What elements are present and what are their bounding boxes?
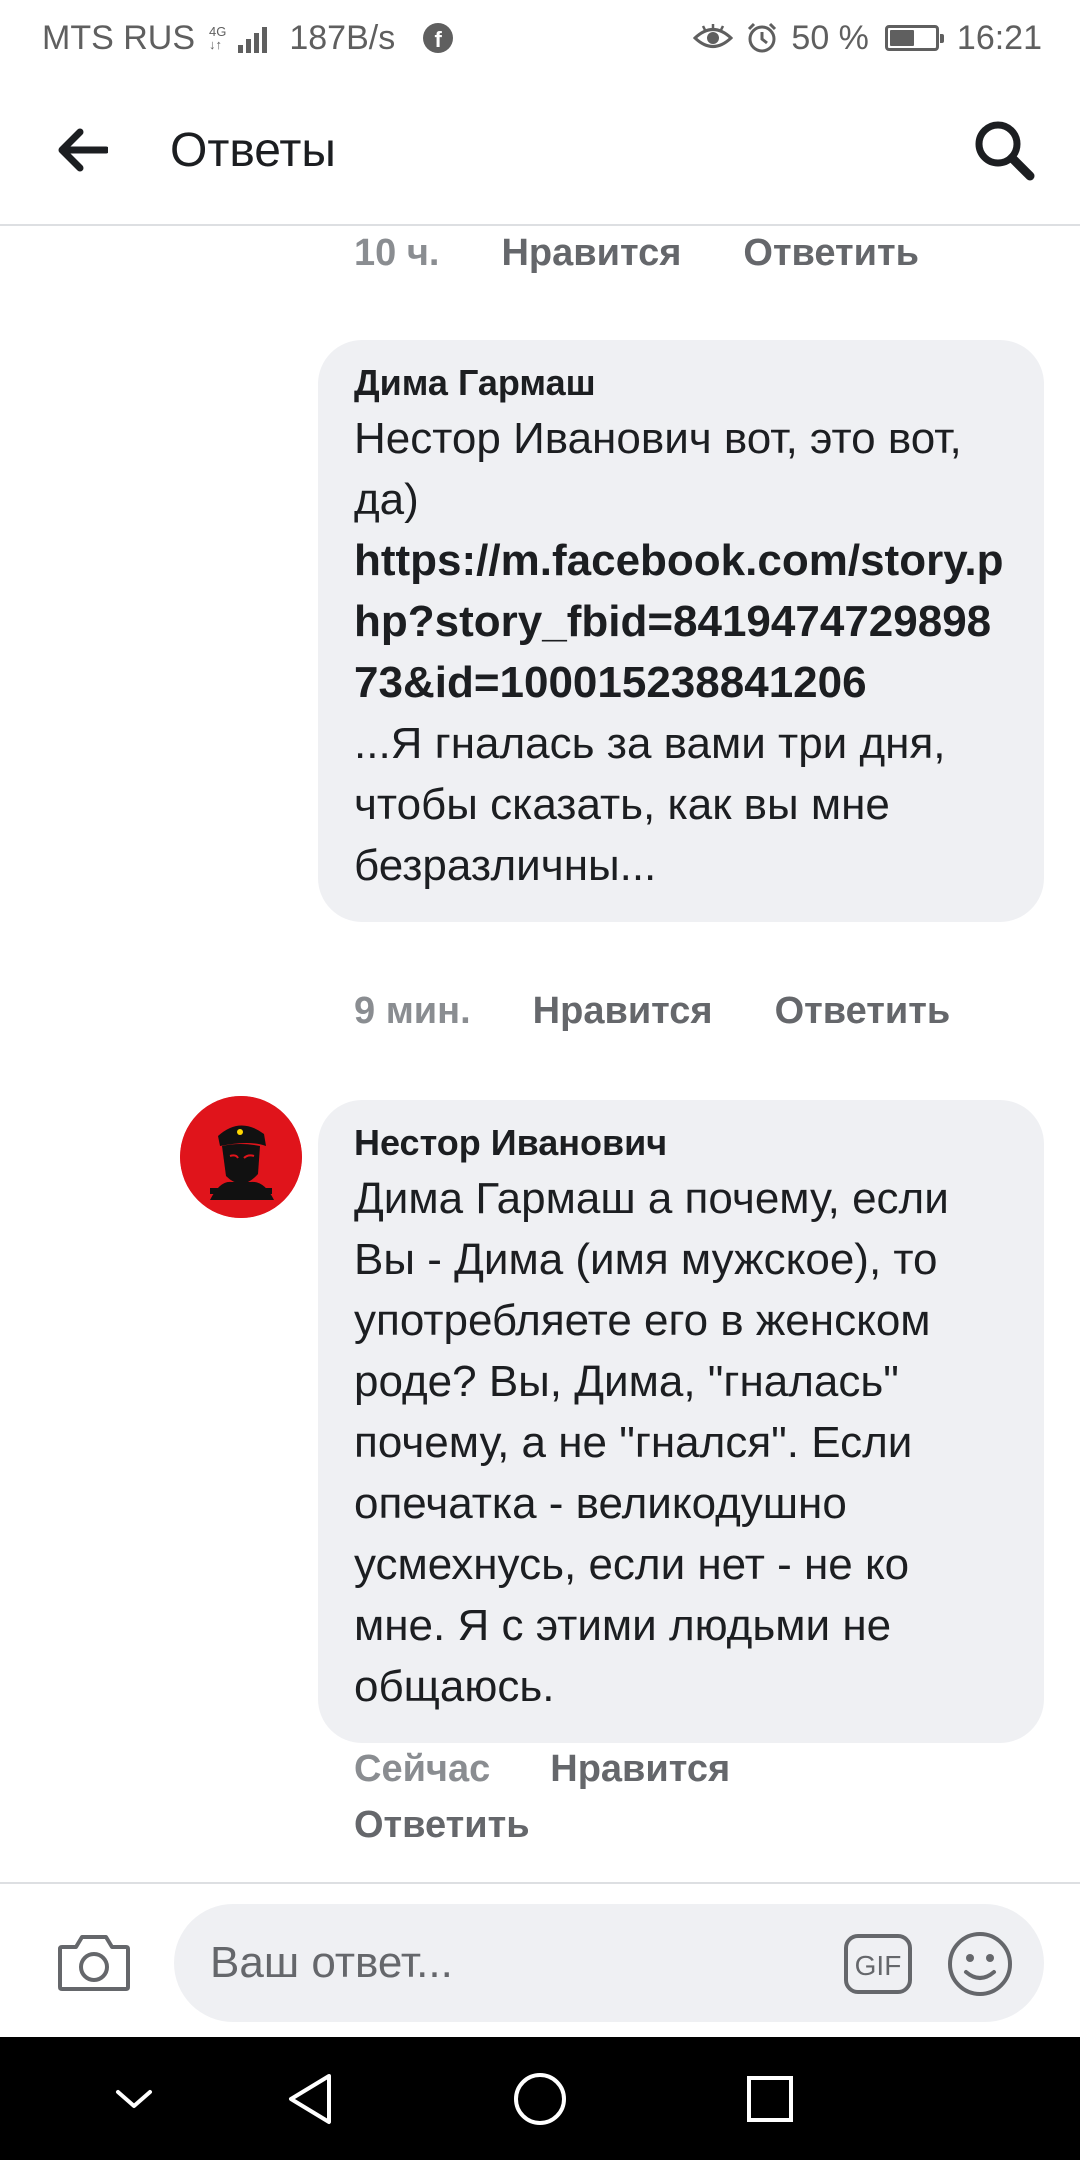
like-button[interactable]: Нравится <box>533 990 713 1033</box>
emoji-button[interactable] <box>944 1928 1016 2000</box>
alarm-icon <box>748 22 777 53</box>
reply-input[interactable] <box>210 1938 770 1988</box>
comment-meta-row: Сейчас Нравится <box>354 1748 730 1791</box>
reply-button[interactable]: Ответить <box>775 990 951 1033</box>
gif-icon: GIF <box>844 1934 912 1994</box>
triangle-back-icon <box>289 2074 331 2124</box>
reply-button[interactable]: Ответить <box>354 1804 530 1847</box>
circle-home-icon <box>514 2073 566 2125</box>
comment-meta-row: 10 ч. Нравится Ответить <box>354 232 919 275</box>
smiley-icon <box>948 1932 1012 1996</box>
comment-author[interactable]: Дима Гармаш <box>354 362 1008 404</box>
comment-text: Дима Гармаш а почему, если Вы - Дима (им… <box>354 1174 949 1711</box>
signal-icon <box>238 23 268 53</box>
comment-time: Сейчас <box>354 1748 491 1790</box>
comment-link[interactable]: https://m.facebook.com/story.php?story_f… <box>354 530 1008 713</box>
search-button[interactable] <box>968 114 1040 186</box>
chevron-down-icon <box>116 2090 152 2108</box>
nav-home-button[interactable] <box>510 2069 570 2129</box>
arrow-left-icon <box>58 128 108 172</box>
network-speed: 187B/s <box>289 18 396 57</box>
battery-icon <box>884 25 944 51</box>
nav-back-button[interactable] <box>280 2069 340 2129</box>
comment-text-continued: ...Я гналась за вами три дня, чтобы сказ… <box>354 719 946 890</box>
status-right: 50 % 16:21 <box>693 19 1042 58</box>
network-type-badge: 4G ↓↑ <box>209 25 226 51</box>
comment-meta-row: 9 мин. Нравится Ответить <box>354 990 950 1033</box>
comment-time: 9 мин. <box>354 990 471 1032</box>
back-button[interactable] <box>0 75 170 225</box>
status-left: MTS RUS 4G ↓↑ 187B/s f <box>42 18 454 58</box>
camera-icon <box>58 1935 130 1991</box>
search-icon <box>975 121 1035 181</box>
status-bar: MTS RUS 4G ↓↑ 187B/s f 50 % 16:21 <box>0 0 1080 76</box>
avatar-che-portrait-icon <box>180 1096 302 1218</box>
clock: 16:21 <box>956 18 1042 57</box>
network-arrows: ↓↑ <box>209 37 222 52</box>
battery-percent: 50 % <box>791 18 869 57</box>
comment-time: 10 ч. <box>354 232 440 274</box>
comment-text: Нестор Иванович вот, это вот, да) <box>354 414 962 524</box>
square-recents-icon <box>747 2076 793 2122</box>
nav-recents-button[interactable] <box>740 2069 800 2129</box>
reply-button[interactable]: Ответить <box>743 232 919 275</box>
reply-input-container: GIF <box>174 1904 1044 2022</box>
nav-hide-button[interactable] <box>104 2069 164 2129</box>
comment-bubble: Нестор Иванович Дима Гармаш а почему, ес… <box>318 1100 1044 1743</box>
eye-icon <box>693 24 734 48</box>
like-button[interactable]: Нравится <box>550 1748 730 1791</box>
page-title: Ответы <box>170 123 336 177</box>
avatar[interactable] <box>180 1096 302 1218</box>
comment-author[interactable]: Нестор Иванович <box>354 1122 1008 1164</box>
app-header: Ответы <box>0 76 1080 226</box>
gif-button[interactable]: GIF <box>842 1928 914 2000</box>
system-nav-bar <box>0 2037 1080 2160</box>
facebook-notification-icon: f <box>423 23 454 53</box>
replies-thread: 10 ч. Нравится Ответить Дима Гармаш Нест… <box>0 228 1080 1883</box>
reply-composer: GIF <box>0 1882 1080 2037</box>
comment-bubble: Дима Гармаш Нестор Иванович вот, это вот… <box>318 340 1044 922</box>
like-button[interactable]: Нравится <box>501 232 681 275</box>
camera-button[interactable] <box>56 1924 132 2000</box>
gif-label: GIF <box>855 1950 902 1981</box>
comment-meta-row-wrap: Ответить <box>354 1804 530 1847</box>
carrier-name: MTS RUS <box>42 18 195 57</box>
